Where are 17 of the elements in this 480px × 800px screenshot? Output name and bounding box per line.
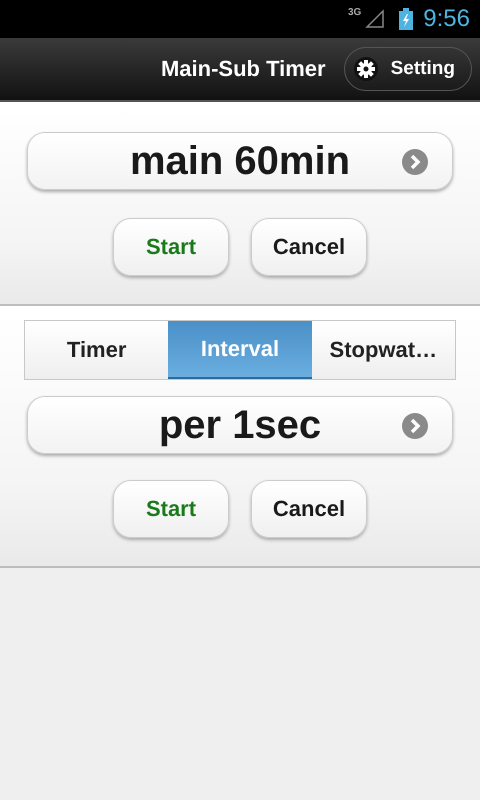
settings-icon xyxy=(352,56,379,82)
battery-icon xyxy=(399,8,414,30)
cancel-button[interactable]: Cancel xyxy=(251,480,367,538)
picker-value: main 60min xyxy=(130,138,350,184)
signal-icon xyxy=(365,9,386,29)
network-label: 3G xyxy=(348,7,362,18)
picker-value: per 1sec xyxy=(158,402,322,448)
chevron-icon xyxy=(402,413,428,439)
setting-button[interactable]: Setting xyxy=(344,47,472,91)
value-picker[interactable]: per 1sec xyxy=(27,396,453,454)
chevron-icon xyxy=(402,149,428,175)
cancel-button[interactable]: Cancel xyxy=(251,218,367,276)
value-picker[interactable]: main 60min xyxy=(27,132,453,190)
start-button[interactable]: Start xyxy=(113,218,229,276)
clock-time: 9:56 xyxy=(423,5,470,33)
app-title: Main-Sub Timer xyxy=(160,56,326,82)
start-button[interactable]: Start xyxy=(113,480,229,538)
